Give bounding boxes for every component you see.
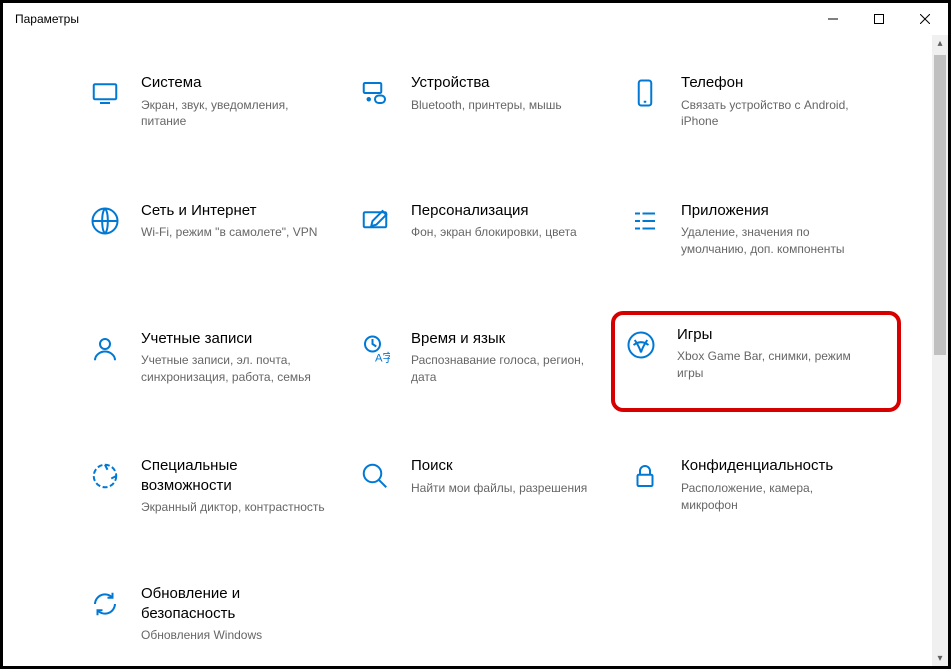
tile-privacy[interactable]: Конфиденциальность Расположение, камера, … bbox=[623, 450, 893, 528]
minimize-button[interactable] bbox=[810, 3, 856, 35]
ease-of-access-icon bbox=[87, 458, 123, 494]
search-icon bbox=[357, 458, 393, 494]
tile-devices[interactable]: Устройства Bluetooth, принтеры, мышь bbox=[353, 67, 623, 145]
tile-system[interactable]: Система Экран, звук, уведомления, питание bbox=[83, 67, 353, 145]
time-language-icon: A字 bbox=[357, 331, 393, 367]
scroll-down-icon[interactable]: ▾ bbox=[932, 650, 948, 666]
tile-title: Устройства bbox=[411, 73, 562, 93]
tile-title: Специальные возможности bbox=[141, 456, 331, 495]
tile-title: Поиск bbox=[411, 456, 587, 476]
window-controls bbox=[810, 3, 948, 35]
tile-search[interactable]: Поиск Найти мои файлы, разрешения bbox=[353, 450, 623, 528]
tile-accounts[interactable]: Учетные записи Учетные записи, эл. почта,… bbox=[83, 323, 353, 401]
tile-desc: Удаление, значения по умолчанию, доп. ко… bbox=[681, 224, 871, 258]
tile-update[interactable]: Обновление и безопасность Обновления Wind… bbox=[83, 578, 353, 656]
update-icon bbox=[87, 586, 123, 622]
titlebar: Параметры bbox=[3, 3, 948, 35]
devices-icon bbox=[357, 75, 393, 111]
tile-desc: Xbox Game Bar, снимки, режим игры bbox=[677, 348, 867, 382]
tile-title: Телефон bbox=[681, 73, 871, 93]
tile-desc: Связать устройство с Android, iPhone bbox=[681, 97, 871, 131]
tile-desc: Wi-Fi, режим "в самолете", VPN bbox=[141, 224, 317, 241]
tile-personalization[interactable]: Персонализация Фон, экран блокировки, цве… bbox=[353, 195, 623, 273]
personalization-icon bbox=[357, 203, 393, 239]
scroll-up-icon[interactable]: ▴ bbox=[932, 35, 948, 51]
tile-phone[interactable]: Телефон Связать устройство с Android, iPh… bbox=[623, 67, 893, 145]
tile-time-language[interactable]: A字 Время и язык Распознавание голоса, рег… bbox=[353, 323, 623, 401]
apps-icon bbox=[627, 203, 663, 239]
tile-desc: Экранный диктор, контрастность bbox=[141, 499, 331, 516]
tile-title: Учетные записи bbox=[141, 329, 331, 349]
tile-title: Игры bbox=[677, 325, 867, 345]
tile-title: Приложения bbox=[681, 201, 871, 221]
tile-apps[interactable]: Приложения Удаление, значения по умолчани… bbox=[623, 195, 893, 273]
tile-network[interactable]: Сеть и Интернет Wi-Fi, режим "в самолете"… bbox=[83, 195, 353, 273]
tile-ease-of-access[interactable]: Специальные возможности Экранный диктор, … bbox=[83, 450, 353, 528]
maximize-button[interactable] bbox=[856, 3, 902, 35]
tile-desc: Экран, звук, уведомления, питание bbox=[141, 97, 331, 131]
content: Система Экран, звук, уведомления, питание… bbox=[3, 35, 948, 666]
tile-title: Конфиденциальность bbox=[681, 456, 871, 476]
settings-grid: Система Экран, звук, уведомления, питание… bbox=[3, 35, 948, 666]
tile-desc: Найти мои файлы, разрешения bbox=[411, 480, 587, 497]
tile-gaming[interactable]: Игры Xbox Game Bar, снимки, режим игры bbox=[611, 311, 901, 413]
phone-icon bbox=[627, 75, 663, 111]
tile-desc: Распознавание голоса, регион, дата bbox=[411, 352, 601, 386]
tile-desc: Bluetooth, принтеры, мышь bbox=[411, 97, 562, 114]
network-icon bbox=[87, 203, 123, 239]
window-title: Параметры bbox=[15, 12, 79, 26]
gaming-icon bbox=[623, 327, 659, 363]
tile-title: Система bbox=[141, 73, 331, 93]
privacy-icon bbox=[627, 458, 663, 494]
close-button[interactable] bbox=[902, 3, 948, 35]
tile-desc: Учетные записи, эл. почта, синхронизация… bbox=[141, 352, 331, 386]
tile-title: Время и язык bbox=[411, 329, 601, 349]
tile-desc: Обновления Windows bbox=[141, 627, 331, 644]
accounts-icon bbox=[87, 331, 123, 367]
tile-title: Сеть и Интернет bbox=[141, 201, 317, 221]
system-icon bbox=[87, 75, 123, 111]
tile-title: Обновление и безопасность bbox=[141, 584, 331, 623]
tile-desc: Фон, экран блокировки, цвета bbox=[411, 224, 577, 241]
scrollbar[interactable]: ▴ ▾ bbox=[932, 35, 948, 666]
tile-title: Персонализация bbox=[411, 201, 577, 221]
tile-desc: Расположение, камера, микрофон bbox=[681, 480, 871, 514]
svg-text:A字: A字 bbox=[375, 350, 390, 364]
